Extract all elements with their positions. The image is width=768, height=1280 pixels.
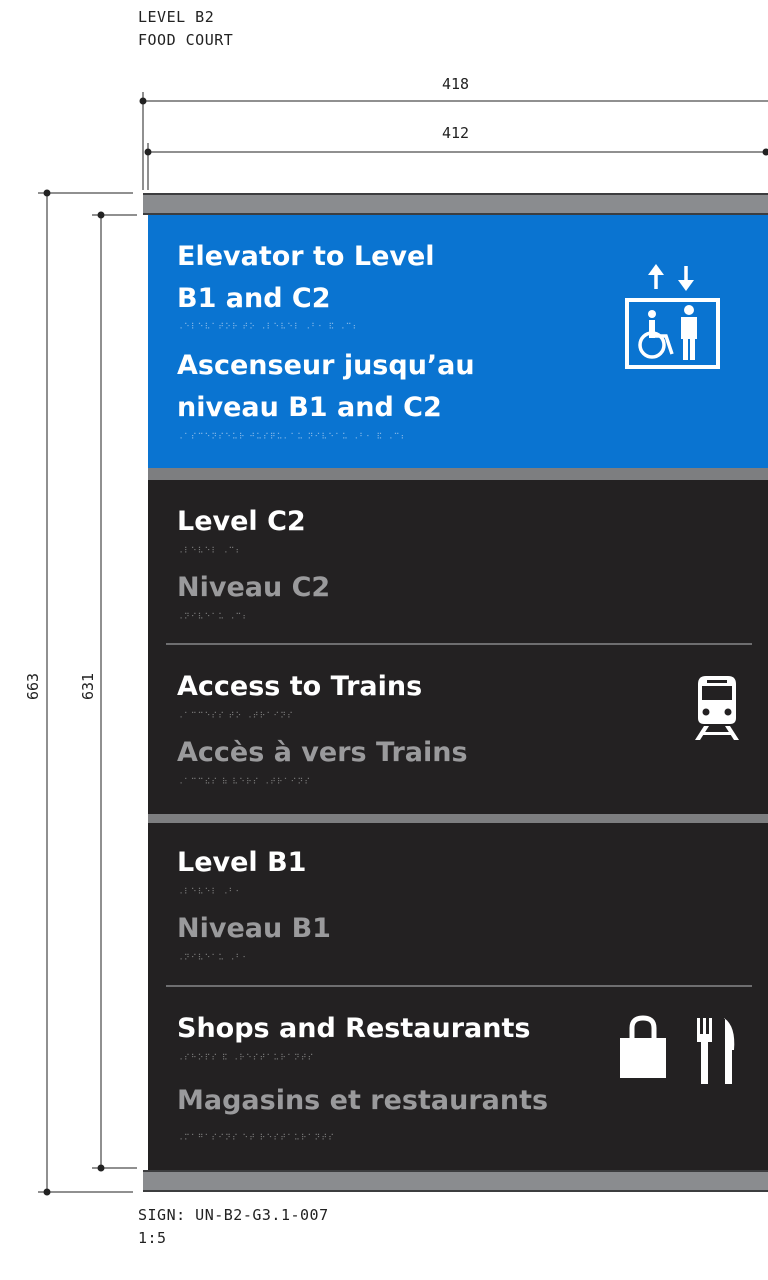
elevator-title-fr-2: niveau B1 and C2 [177,392,442,423]
inner-height-dimension: 631 [79,672,97,700]
shops-braille-en: ⠠⠎⠓⠕⠏⠎ ⠯ ⠠⠗⠑⠎⠞⠁⠥⠗⠁⠝⠞⠎ [177,1053,315,1062]
level-b1-braille-fr: ⠠⠝⠊⠧⠑⠁⠥ ⠠⠃⠂ [177,953,250,962]
shopping-bag-icon [620,1015,666,1078]
trains-title-en: Access to Trains [177,671,423,702]
elevator-braille-en: ⠠⠑⠇⠑⠧⠁⠞⠕⠗ ⠞⠕ ⠠⠇⠑⠧⠑⠇ ⠠⠃⠂ ⠯ ⠠⠉⠆ [177,322,360,331]
level-b1-title-fr: Niveau B1 [177,913,331,944]
level-c2-title-en: Level C2 [177,506,306,537]
inner-width-dimension: 412 [442,124,470,142]
shops-title-en: Shops and Restaurants [177,1013,531,1044]
trains-braille-fr: ⠠⠁⠉⠉⠮⠎ ⠷ ⠧⠑⠗⠎ ⠠⠞⠗⠁⠊⠝⠎ [177,777,312,786]
bottom-frame-bar [143,1170,768,1192]
panel-separator-2 [148,814,768,823]
sign-id: SIGN: UN-B2-G3.1-007 [138,1206,329,1224]
section-divider [166,643,752,645]
shops-braille-fr: ⠠⠍⠁⠛⠁⠎⠊⠝⠎ ⠑⠞ ⠗⠑⠎⠞⠁⠥⠗⠁⠝⠞⠎ [177,1133,335,1142]
trains-braille-en: ⠠⠁⠉⠉⠑⠎⠎ ⠞⠕ ⠠⠞⠗⠁⠊⠝⠎ [177,711,294,720]
level-b1-braille-en: ⠠⠇⠑⠧⠑⠇ ⠠⠃⠂ [177,887,243,896]
outer-height-dimension: 663 [24,672,42,700]
shops-title-fr: Magasins et restaurants [177,1085,549,1116]
elevator-braille-fr: ⠠⠁⠎⠉⠑⠝⠎⠑⠥⠗ ⠚⠥⠎⠟⠥⠄⠁⠥ ⠝⠊⠧⠑⠁⠥ ⠠⠃⠂ ⠯ ⠠⠉⠆ [177,432,408,441]
train-icon [695,676,739,740]
outer-width-dimension: 418 [442,75,470,93]
level-c2-title-fr: Niveau C2 [177,572,331,603]
scale-label: 1:5 [138,1229,167,1247]
top-frame-bar [143,193,768,215]
elevator-accessible-icon [625,264,720,369]
elevator-title-fr-1: Ascenseur jusqu’au [177,350,475,381]
level-c2-braille-fr: ⠠⠝⠊⠧⠑⠁⠥ ⠠⠉⠆ [177,612,250,621]
level-b1-title-en: Level B1 [177,847,307,878]
panel-separator [148,468,768,480]
elevator-title-en-2: B1 and C2 [177,283,331,314]
fork-knife-icon [697,1018,735,1084]
level-c2-braille-en: ⠠⠇⠑⠧⠑⠇ ⠠⠉⠆ [177,546,243,555]
sign-info: SIGN: UN-B2-G3.1-007 1:5 [138,1204,329,1250]
section-divider-2 [166,985,752,987]
elevator-title-en-1: Elevator to Level [177,241,435,272]
trains-title-fr: Accès à vers Trains [177,737,468,768]
